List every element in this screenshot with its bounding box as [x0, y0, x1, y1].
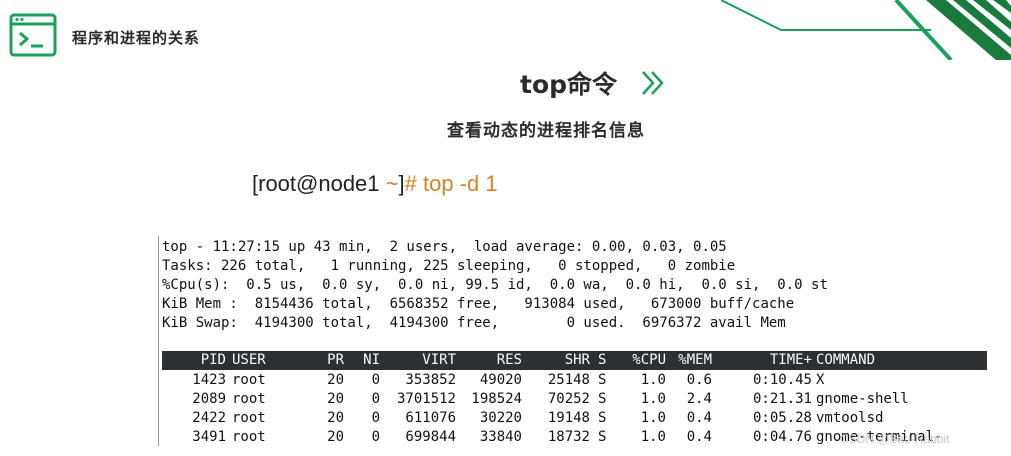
col-command: COMMAND: [816, 352, 876, 368]
prompt-prefix: [root@node1: [252, 171, 386, 196]
state: S: [598, 372, 607, 388]
mem: 0.4: [686, 429, 712, 445]
pr: 20: [327, 429, 344, 445]
virt: 611076: [405, 410, 456, 426]
ni: 0: [371, 372, 380, 388]
virt: 3701512: [396, 391, 456, 407]
time: 0:10.45: [752, 372, 812, 388]
command: gnome-shell: [816, 391, 909, 407]
pid: 2089: [192, 391, 226, 407]
res: 30220: [479, 410, 522, 426]
slide-subtitle: 查看动态的进程排名信息: [447, 121, 645, 141]
shr: 25148: [547, 372, 590, 388]
slide-title: top命令: [520, 70, 618, 99]
col-s: S: [598, 352, 607, 368]
state: S: [598, 410, 607, 426]
mem: 0.4: [686, 410, 712, 426]
col-mem: %MEM: [678, 352, 712, 368]
time: 0:05.28: [752, 410, 812, 426]
prompt-tilde: ~: [385, 171, 399, 196]
double-chevron-icon: [642, 71, 664, 95]
process-table-header: PID USER PR NI VIRT RES SHR S %CPU %MEM …: [162, 351, 987, 370]
col-pid: PID: [200, 352, 226, 368]
command: X: [816, 372, 825, 388]
summary-mem: KiB Mem : 8154436 total, 6568352 free, 9…: [162, 296, 795, 312]
col-pr: PR: [327, 352, 344, 368]
terminal-icon: [9, 13, 57, 57]
col-shr: SHR: [564, 352, 590, 368]
col-virt: VIRT: [422, 352, 456, 368]
col-time: TIME+: [769, 352, 812, 368]
cpu: 1.0: [640, 410, 666, 426]
section-title: 程序和进程的关系: [72, 29, 201, 47]
pr: 20: [327, 391, 344, 407]
col-user: USER: [232, 352, 266, 368]
time: 0:04.76: [752, 429, 812, 445]
ni: 0: [371, 391, 380, 407]
shr: 18732: [547, 429, 590, 445]
shr: 70252: [547, 391, 590, 407]
user: root: [232, 391, 266, 407]
decorative-stripes: [721, 0, 1011, 60]
process-row: 1423 root 20 0 353852 49020 25148 S 1.0 …: [162, 371, 987, 389]
ni: 0: [371, 429, 380, 445]
col-res: RES: [496, 352, 522, 368]
process-row: 2422 root 20 0 611076 30220 19148 S 1.0 …: [162, 409, 987, 427]
time: 0:21.31: [752, 391, 812, 407]
pid: 1423: [192, 372, 226, 388]
watermark: CSDN @Sad-Rabbit: [840, 432, 950, 446]
res: 49020: [479, 372, 522, 388]
process-row: 2089 root 20 0 3701512 198524 70252 S 1.…: [162, 390, 987, 408]
user: root: [232, 372, 266, 388]
mem: 0.6: [686, 372, 712, 388]
summary-swap: KiB Swap: 4194300 total, 4194300 free, 0…: [162, 315, 786, 331]
cpu: 1.0: [640, 391, 666, 407]
ni: 0: [371, 410, 380, 426]
virt: 699844: [405, 429, 456, 445]
state: S: [598, 391, 607, 407]
terminal-output: top - 11:27:15 up 43 min, 2 users, load …: [158, 236, 989, 446]
pid: 2422: [192, 410, 226, 426]
command-text: # top -d 1: [404, 171, 498, 196]
state: S: [598, 429, 607, 445]
cpu: 1.0: [640, 372, 666, 388]
command: vmtoolsd: [816, 410, 884, 426]
summary-tasks: Tasks: 226 total, 1 running, 225 sleepin…: [162, 258, 736, 274]
col-ni: NI: [363, 352, 380, 368]
user: root: [232, 410, 266, 426]
res: 198524: [471, 391, 522, 407]
mem: 2.4: [686, 391, 712, 407]
command-line: [root@node1 ~]# top -d 1: [252, 171, 498, 197]
pid: 3491: [192, 429, 226, 445]
summary-uptime: top - 11:27:15 up 43 min, 2 users, load …: [162, 239, 727, 255]
cpu: 1.0: [640, 429, 666, 445]
summary-cpu: %Cpu(s): 0.5 us, 0.0 sy, 0.0 ni, 99.5 id…: [162, 277, 828, 293]
virt: 353852: [405, 372, 456, 388]
shr: 19148: [547, 410, 590, 426]
user: root: [232, 429, 266, 445]
pr: 20: [327, 410, 344, 426]
pr: 20: [327, 372, 344, 388]
res: 33840: [479, 429, 522, 445]
col-cpu: %CPU: [632, 352, 666, 368]
